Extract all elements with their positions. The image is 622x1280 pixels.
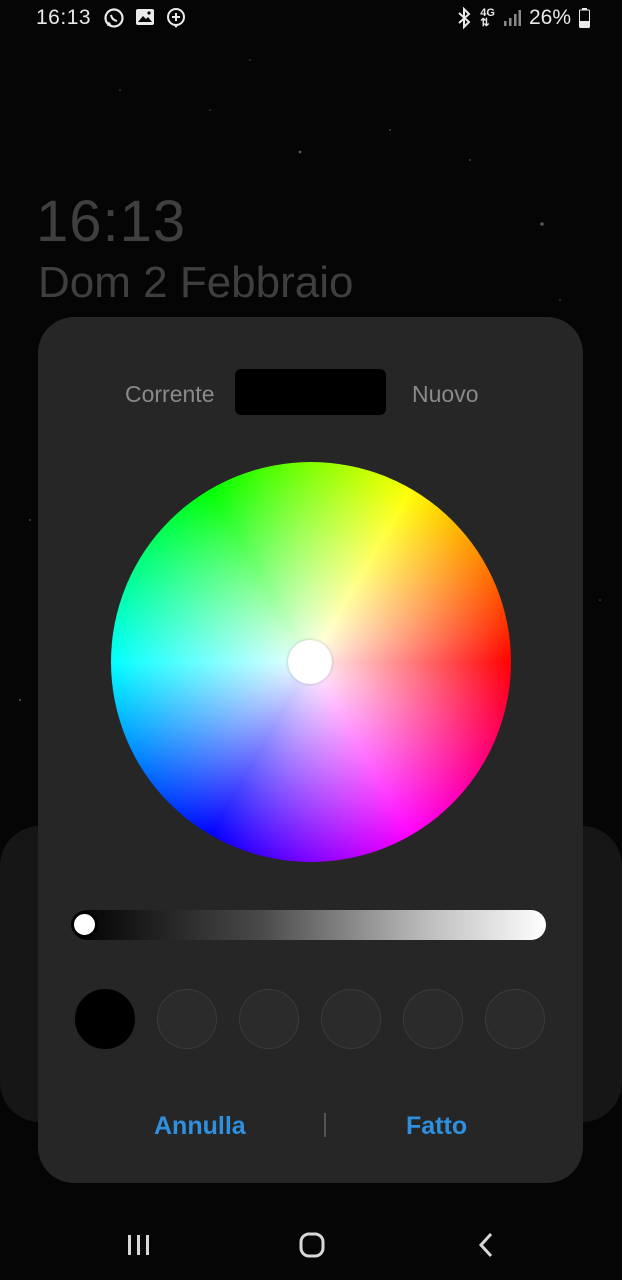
bluetooth-icon [456, 7, 472, 29]
color-picker-dialog: Corrente Nuovo Annulla Fatto [38, 317, 583, 1183]
network-type-icon: 4G ⇅ [480, 7, 495, 29]
recent-color-2[interactable] [157, 989, 217, 1049]
whatsapp-icon [103, 7, 125, 29]
recent-color-1[interactable] [75, 989, 135, 1049]
done-button[interactable]: Fatto [406, 1112, 467, 1141]
battery-icon [579, 8, 590, 28]
lock-screen-clock: 16:13 [36, 189, 187, 254]
lock-screen-date: Dom 2 Febbraio [38, 258, 354, 307]
location-pin-icon [165, 7, 187, 29]
recent-apps-icon[interactable] [126, 1230, 152, 1265]
current-color-swatch [235, 369, 386, 415]
recent-color-3[interactable] [239, 989, 299, 1049]
battery-percent: 26% [528, 6, 571, 29]
navigation-bar [0, 1216, 622, 1280]
gallery-icon [135, 7, 155, 29]
recent-color-6[interactable] [485, 989, 545, 1049]
new-color-label: Nuovo [412, 381, 479, 407]
recent-color-5[interactable] [403, 989, 463, 1049]
home-icon[interactable] [298, 1230, 326, 1265]
status-time: 16:13 [36, 6, 92, 29]
back-icon[interactable] [476, 1230, 498, 1265]
status-bar: 16:13 4G ⇅ 26% [0, 0, 622, 38]
button-divider [324, 1113, 326, 1137]
recent-color-4[interactable] [321, 989, 381, 1049]
cancel-button[interactable]: Annulla [154, 1112, 246, 1141]
brightness-slider[interactable] [71, 910, 546, 940]
brightness-slider-thumb[interactable] [71, 911, 98, 938]
signal-icon [503, 9, 521, 27]
color-wheel-thumb[interactable] [288, 640, 332, 684]
current-color-label: Corrente [125, 381, 215, 407]
